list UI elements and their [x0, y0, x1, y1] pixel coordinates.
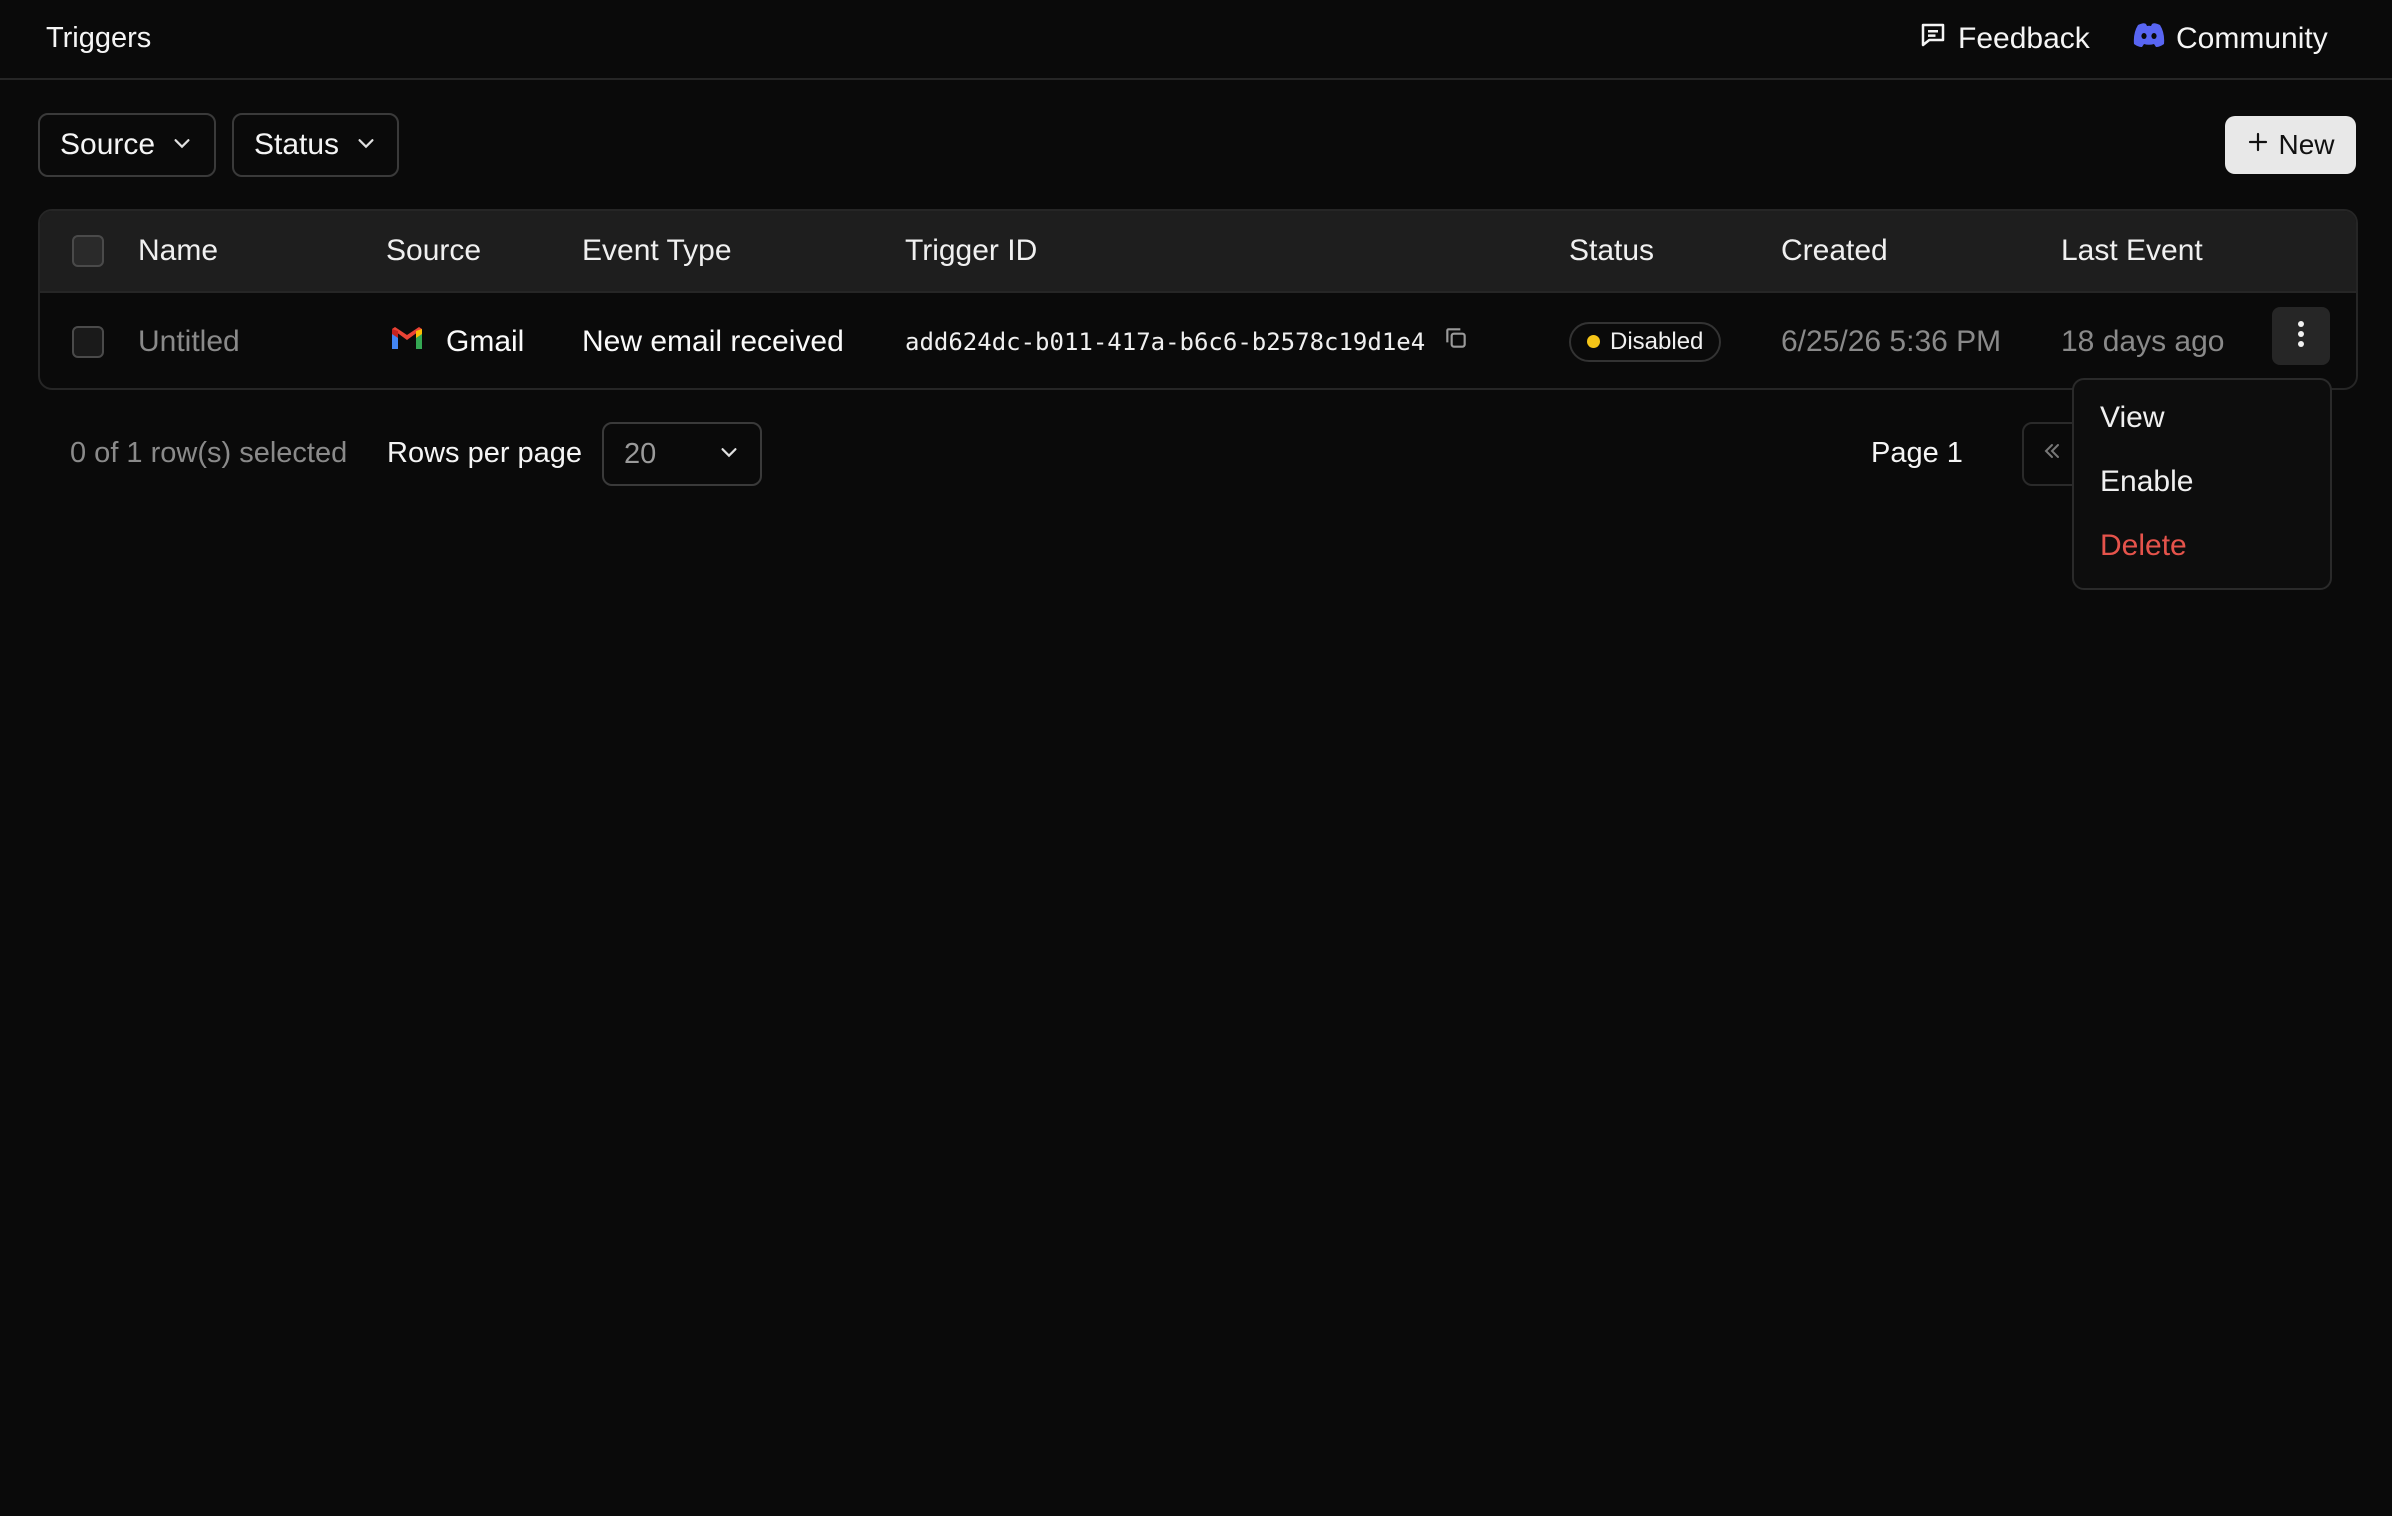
source-cell: Gmail	[390, 293, 525, 388]
column-header-created[interactable]: Created	[1781, 211, 1888, 291]
row-actions-menu: View Enable Delete	[2072, 378, 2332, 590]
status-dot	[1587, 335, 1600, 348]
column-header-last-event[interactable]: Last Event	[2061, 211, 2203, 291]
row-checkbox-cell	[72, 293, 104, 388]
status-filter-button[interactable]: Status	[232, 113, 399, 177]
rows-per-page-value: 20	[624, 437, 657, 470]
new-button-label: New	[2278, 129, 2335, 160]
rows-per-page-label: Rows per page	[387, 437, 583, 469]
chevron-down-icon	[355, 128, 377, 162]
trigger-name: Untitled	[138, 324, 240, 358]
menu-item-delete[interactable]: Delete	[2074, 514, 2330, 578]
community-link[interactable]: Community	[2132, 20, 2328, 58]
feedback-label: Feedback	[1958, 22, 2090, 55]
source-filter-button[interactable]: Source	[38, 113, 216, 177]
feedback-link[interactable]: Feedback	[1918, 20, 2090, 58]
menu-item-view[interactable]: View	[2074, 386, 2330, 450]
status-filter-label: Status	[254, 128, 340, 161]
community-label: Community	[2176, 22, 2328, 55]
rows-per-page-select[interactable]: 20	[602, 422, 762, 486]
table-row[interactable]: Untitled Gmail New email received add624…	[40, 293, 2356, 388]
status-cell: Disabled	[1569, 293, 1722, 388]
plus-icon	[2246, 129, 2270, 161]
chevron-down-icon	[171, 128, 193, 162]
created-date: 6/25/26 5:36 PM	[1781, 324, 2002, 358]
message-square-icon	[1918, 20, 1948, 58]
chevrons-left-icon	[2040, 437, 2064, 471]
copy-icon[interactable]	[1443, 325, 1469, 359]
source-name: Gmail	[446, 324, 525, 358]
last-event: 18 days ago	[2061, 324, 2225, 358]
table-header: Name Source Event Type Trigger ID Status…	[40, 211, 2356, 293]
trigger-id-cell: add624dc-b011-417a-b6c6-b2578c19d1e4	[905, 293, 1469, 388]
page-indicator: Page 1	[1871, 437, 1963, 469]
column-header-name[interactable]: Name	[138, 211, 218, 291]
source-filter-label: Source	[60, 128, 156, 161]
new-trigger-button[interactable]: New	[2225, 116, 2356, 174]
trigger-id: add624dc-b011-417a-b6c6-b2578c19d1e4	[905, 327, 1426, 356]
status-label: Disabled	[1610, 327, 1704, 355]
gmail-icon	[390, 325, 424, 359]
column-header-source[interactable]: Source	[386, 211, 481, 291]
select-all-checkbox[interactable]	[72, 235, 104, 267]
header-checkbox-cell	[72, 211, 104, 291]
row-checkbox[interactable]	[72, 325, 104, 358]
top-bar: Triggers Feedback Community	[0, 0, 2392, 80]
column-header-status[interactable]: Status	[1569, 211, 1654, 291]
status-badge: Disabled	[1569, 321, 1722, 362]
page-title: Triggers	[46, 22, 152, 54]
column-header-trigger-id[interactable]: Trigger ID	[905, 211, 1037, 291]
discord-icon	[2132, 20, 2166, 58]
menu-item-enable[interactable]: Enable	[2074, 450, 2330, 514]
event-type: New email received	[582, 324, 844, 358]
triggers-table: Name Source Event Type Trigger ID Status…	[38, 209, 2358, 390]
more-vertical-icon	[2296, 320, 2306, 353]
column-header-event-type[interactable]: Event Type	[582, 211, 732, 291]
row-actions-button[interactable]	[2272, 307, 2330, 365]
chevron-down-icon	[718, 438, 740, 471]
selection-count: 0 of 1 row(s) selected	[70, 437, 348, 469]
